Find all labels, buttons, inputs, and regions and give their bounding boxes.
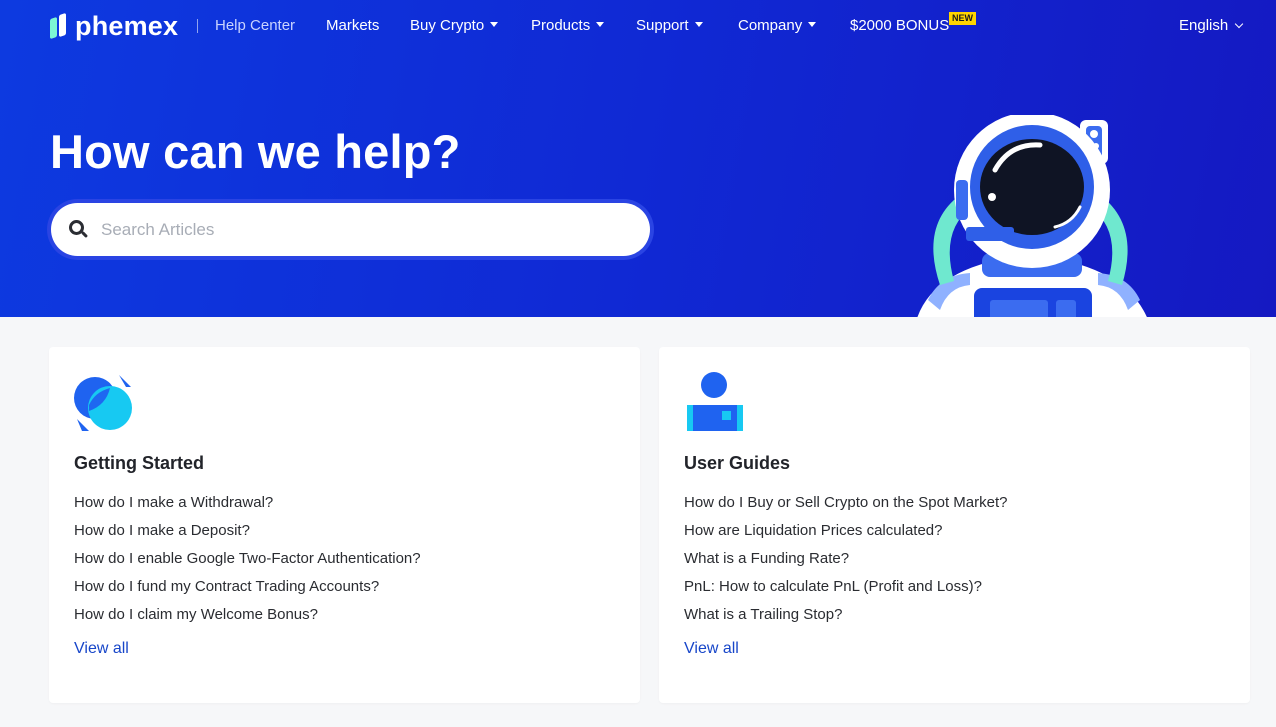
hero-banner: phemex Help Center Markets Buy Crypto Pr… (0, 0, 1276, 317)
caret-down-icon (596, 22, 605, 28)
article-link[interactable]: What is a Trailing Stop? (684, 601, 1008, 629)
nav-products-label: Products (531, 17, 591, 34)
article-link[interactable]: How do I fund my Contract Trading Accoun… (74, 573, 421, 601)
article-link[interactable]: How do I enable Google Two-Factor Authen… (74, 545, 421, 573)
chevron-down-icon (1234, 19, 1244, 28)
nav-company-label: Company (738, 17, 803, 34)
article-link[interactable]: How are Liquidation Prices calculated? (684, 517, 1008, 545)
caret-down-icon (490, 22, 499, 28)
new-badge: NEW (949, 12, 976, 25)
nav-support-label: Support (636, 17, 689, 34)
article-link[interactable]: How do I make a Deposit? (74, 517, 421, 545)
card-title: Getting Started (74, 453, 205, 473)
article-list: How do I Buy or Sell Crypto on the Spot … (684, 489, 1008, 629)
getting-started-icon (74, 375, 132, 431)
nav-markets-label: Markets (326, 17, 380, 34)
nav-products[interactable]: Products (531, 17, 605, 35)
nav-bonus[interactable]: $2000 BONUS (850, 17, 949, 35)
article-link[interactable]: PnL: How to calculate PnL (Profit and Lo… (684, 573, 1008, 601)
view-all-link[interactable]: View all (74, 640, 129, 658)
logo-text: phemex (75, 11, 179, 41)
search-bar (47, 199, 654, 260)
article-link[interactable]: How do I make a Withdrawal? (74, 489, 421, 517)
nav-support[interactable]: Support (636, 17, 703, 35)
nav-help-center[interactable]: Help Center (215, 17, 295, 35)
nav-markets[interactable]: Markets (326, 17, 379, 35)
card-getting-started: Getting Started How do I make a Withdraw… (49, 347, 640, 703)
nav-buy-crypto[interactable]: Buy Crypto (410, 17, 499, 35)
caret-down-icon (808, 22, 817, 28)
article-list: How do I make a Withdrawal? How do I mak… (74, 489, 421, 629)
phemex-logo[interactable]: phemex (50, 12, 178, 40)
search-icon (69, 219, 89, 240)
language-selector[interactable]: English (1179, 17, 1244, 35)
search-box[interactable] (51, 203, 650, 256)
caret-down-icon (694, 22, 703, 28)
astronaut-illustration (917, 115, 1147, 317)
nav-buy-crypto-label: Buy Crypto (410, 17, 485, 34)
phemex-logo-icon (50, 12, 70, 40)
nav-company[interactable]: Company (738, 17, 817, 35)
view-all-link[interactable]: View all (684, 640, 739, 658)
top-nav: phemex Help Center Markets Buy Crypto Pr… (0, 0, 1276, 52)
user-guides-icon (687, 372, 743, 431)
card-user-guides: User Guides How do I Buy or Sell Crypto … (659, 347, 1250, 703)
nav-bonus-label: $2000 BONUS (850, 17, 950, 34)
nav-divider (197, 19, 198, 33)
article-link[interactable]: How do I claim my Welcome Bonus? (74, 601, 421, 629)
language-label: English (1179, 17, 1229, 34)
article-link[interactable]: What is a Funding Rate? (684, 545, 1008, 573)
card-title: User Guides (684, 453, 791, 473)
search-input[interactable] (101, 219, 621, 240)
page-title: How can we help? (50, 125, 461, 178)
article-link[interactable]: How do I Buy or Sell Crypto on the Spot … (684, 489, 1008, 517)
